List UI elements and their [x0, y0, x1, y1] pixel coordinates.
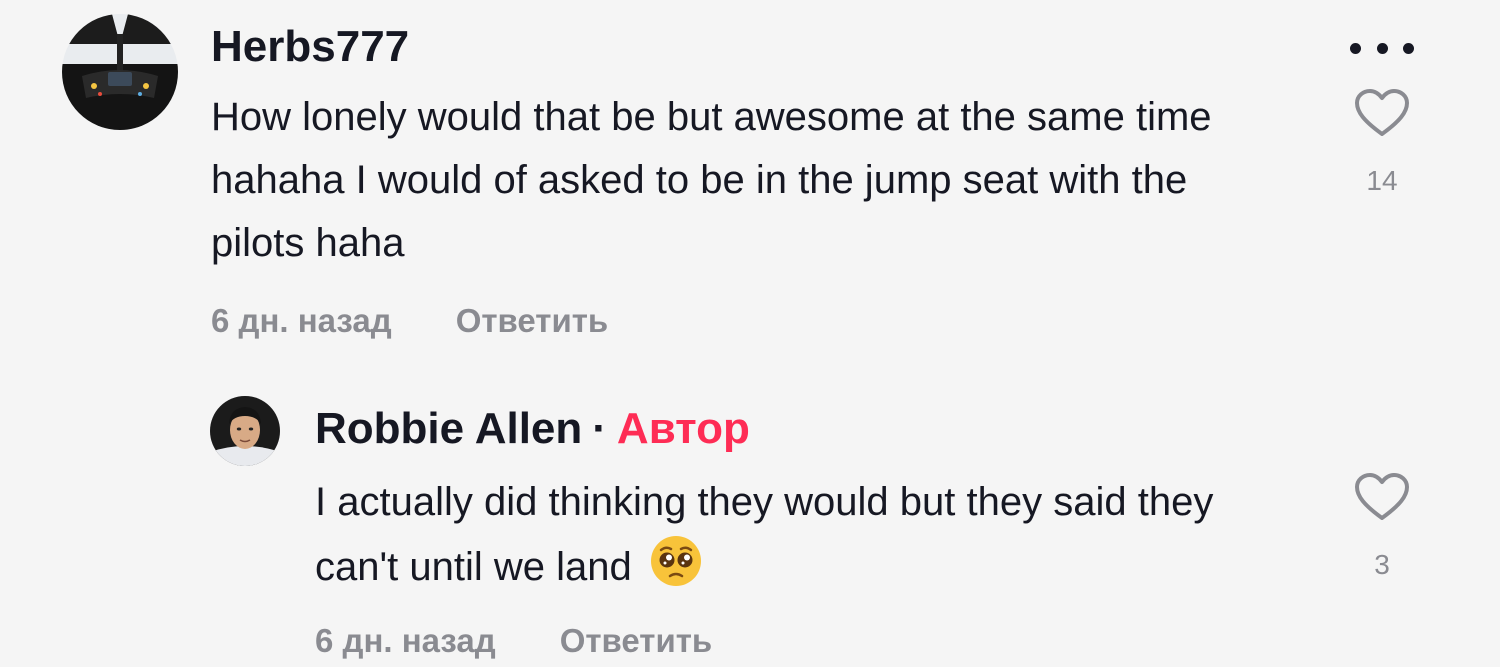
separator-dot: · — [592, 404, 607, 453]
comment-timestamp: 6 дн. назад — [211, 302, 392, 339]
reply-text-block: I actually did thinking they would but t… — [315, 471, 1295, 599]
reply-header: Robbie Allen · Автор — [315, 404, 750, 454]
like-count: 14 — [1366, 165, 1398, 196]
avatar-image — [62, 14, 178, 130]
comment-username[interactable]: Herbs777 — [211, 22, 409, 72]
reply-text: I actually did thinking they would but t… — [315, 480, 1214, 589]
reply-button[interactable]: Ответить — [456, 302, 609, 339]
like-control[interactable]: 14 — [1337, 88, 1427, 197]
comment-item: Herbs777 How lonely would that be but aw… — [0, 0, 1500, 360]
comment-text: How lonely would that be but awesome at … — [211, 95, 1212, 265]
avatar[interactable] — [62, 14, 178, 130]
heart-outline-icon[interactable] — [1354, 88, 1410, 138]
reply-button[interactable]: Ответить — [560, 622, 713, 659]
heart-outline-icon[interactable] — [1354, 472, 1410, 522]
author-badge: Автор — [616, 404, 750, 453]
more-options-icon[interactable] — [1350, 40, 1414, 56]
pleading-face-emoji — [650, 536, 701, 586]
reply-item: Robbie Allen · Автор I actually did thinki… — [0, 360, 1500, 667]
reply-meta: 6 дн. назад Ответить — [315, 622, 712, 660]
avatar-image — [210, 396, 280, 466]
like-control[interactable]: 3 — [1337, 472, 1427, 581]
avatar[interactable] — [210, 396, 280, 466]
like-count: 3 — [1374, 549, 1390, 580]
reply-timestamp: 6 дн. назад — [315, 622, 496, 659]
comment-meta: 6 дн. назад Ответить — [211, 302, 608, 340]
reply-username[interactable]: Robbie Allen — [315, 404, 582, 453]
